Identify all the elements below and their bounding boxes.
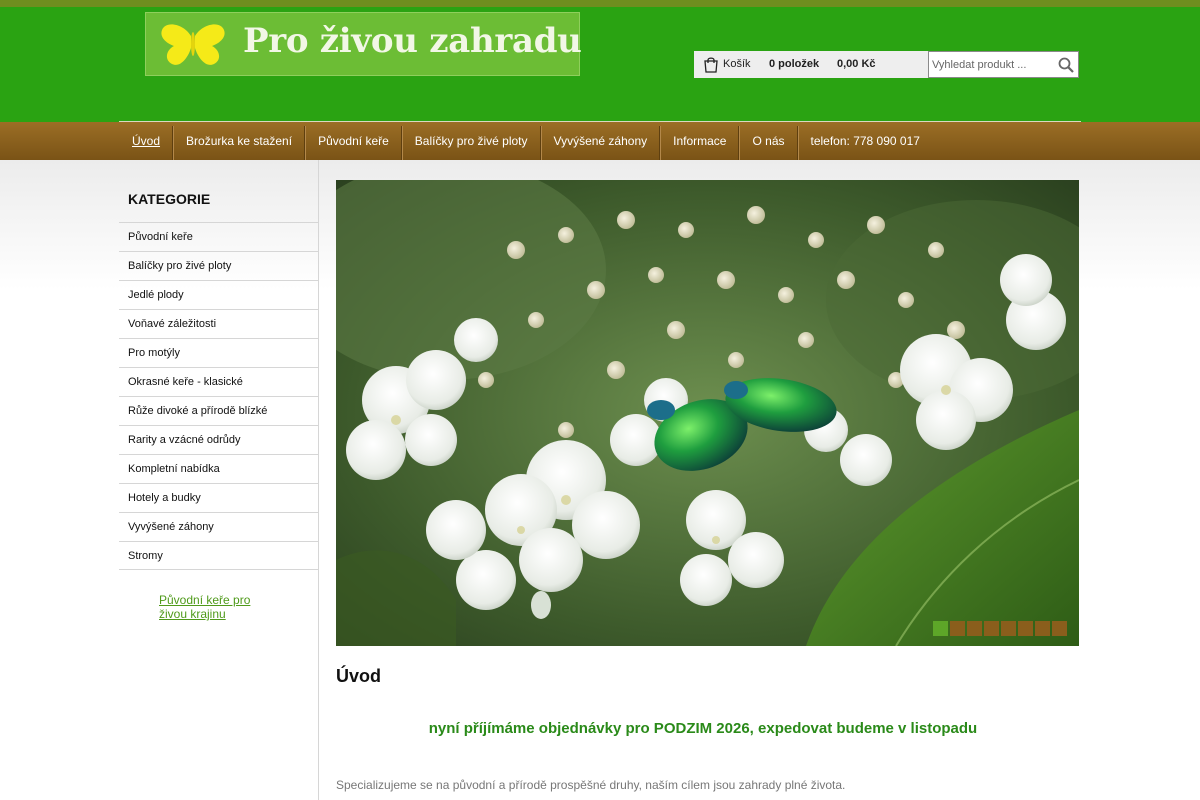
category-item[interactable]: Balíčky pro živé ploty (119, 251, 318, 280)
cart-label[interactable]: Košík (723, 58, 751, 70)
category-item[interactable]: Stromy (119, 541, 318, 570)
category-item[interactable]: Pro motýly (119, 338, 318, 367)
nav-item-raised-beds[interactable]: Vyvýšené záhony (541, 122, 661, 160)
category-item[interactable]: Hotely a budky (119, 483, 318, 512)
slider-dots (933, 621, 1067, 636)
page-title: Úvod (336, 666, 381, 686)
search-box (928, 51, 1079, 78)
nav-item-uvod[interactable]: Úvod (119, 122, 174, 160)
nav-item-native-shrubs[interactable]: Původní keře (305, 122, 402, 160)
banner-photo (336, 180, 1079, 646)
slider-dot[interactable] (984, 621, 999, 636)
nav-item-label: Úvod (132, 134, 161, 148)
category-item[interactable]: Okrasné keře - klasické (119, 367, 318, 396)
slider-dot[interactable] (933, 621, 948, 636)
category-item[interactable]: Růže divoké a přírodě blízké (119, 396, 318, 425)
magnifier-icon[interactable] (1058, 57, 1074, 73)
nav-item-label: telefon: 778 090 017 (810, 134, 920, 148)
intro-text: Specializujeme se na původní a přírodě p… (336, 778, 846, 792)
nav-item-hedge-packs[interactable]: Balíčky pro živé ploty (402, 122, 541, 160)
cart[interactable]: Košík 0 položek 0,00 Kč (694, 51, 928, 78)
slider-dot[interactable] (1052, 621, 1067, 636)
nav-item-label: O nás (752, 134, 785, 148)
slider-dot[interactable] (1035, 621, 1050, 636)
butterfly-icon (161, 24, 225, 65)
nav-item-label: Vyvýšené záhony (553, 134, 648, 148)
header: Pro živou zahradu Košík 0 položek 0,00 K… (0, 0, 1200, 122)
nav-item-brochure[interactable]: Brožurka ke stažení (173, 122, 306, 160)
category-item[interactable]: Vyvýšené záhony (119, 512, 318, 541)
logo[interactable]: Pro živou zahradu (145, 12, 582, 76)
slider-dot[interactable] (1018, 621, 1033, 636)
category-item[interactable]: Původní keře (119, 222, 318, 251)
category-item[interactable]: Voňavé záležitosti (119, 309, 318, 338)
shopping-bag-icon (704, 57, 718, 73)
header-top-stripe (0, 0, 1200, 7)
search-input[interactable] (932, 56, 1050, 74)
nav-item-info[interactable]: Informace (660, 122, 740, 160)
slider-dot[interactable] (967, 621, 982, 636)
nav-item-phone[interactable]: telefon: 778 090 017 (798, 122, 933, 160)
cart-item-count: 0 položek (769, 58, 820, 70)
logo-text: Pro živou zahradu (243, 21, 582, 61)
nav-item-label: Informace (673, 134, 727, 148)
slider-dot[interactable] (950, 621, 965, 636)
category-item[interactable]: Jedlé plody (119, 280, 318, 309)
sidebar: KATEGORIE Původní keře Balíčky pro živé … (119, 160, 319, 800)
sidebar-title: KATEGORIE (128, 191, 211, 207)
cart-total-price: 0,00 Kč (837, 58, 876, 70)
native-shrubs-link[interactable]: Původní keře pro živou krajinu (159, 593, 279, 621)
nav-item-label: Původní keře (318, 134, 389, 148)
banner-slider[interactable] (336, 180, 1079, 646)
nav-item-about[interactable]: O nás (739, 122, 798, 160)
nav-item-label: Brožurka ke stažení (186, 134, 293, 148)
category-list: Původní keře Balíčky pro živé ploty Jedl… (119, 222, 318, 570)
order-notice: nyní příjímáme objednávky pro PODZIM 202… (428, 720, 978, 737)
nav-item-label: Balíčky pro živé ploty (414, 134, 528, 148)
main-nav: Úvod Brožurka ke stažení Původní keře Ba… (119, 122, 933, 160)
category-item[interactable]: Kompletní nabídka (119, 454, 318, 483)
category-item[interactable]: Rarity a vzácné odrůdy (119, 425, 318, 454)
slider-dot[interactable] (1001, 621, 1016, 636)
